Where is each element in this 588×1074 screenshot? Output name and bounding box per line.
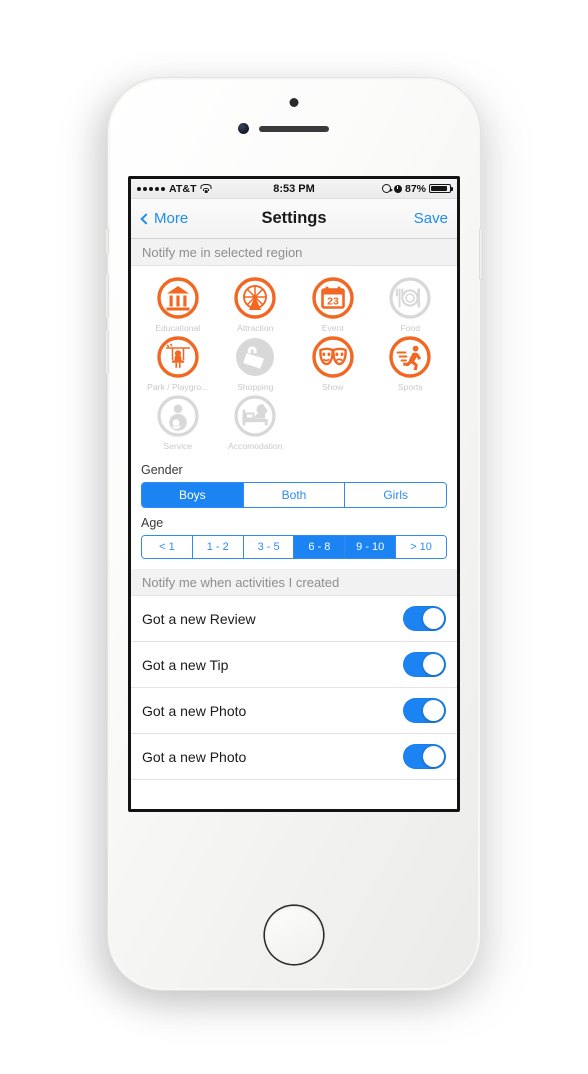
toggle-switch-new-photo-2[interactable] [403,744,446,769]
phone-screen: AT&T 8:53 PM 87% More Settings Save Noti… [131,179,457,809]
age-label: Age [141,516,164,530]
location-arrow-icon [382,184,393,193]
volume-up-button[interactable] [105,274,109,318]
status-bar-clock: 8:53 PM [273,182,315,195]
bank-columns-icon [157,277,199,319]
silent-switch[interactable] [105,228,109,254]
category-label: Service [163,441,193,451]
category-label: Event [321,323,344,333]
home-button[interactable] [265,906,323,964]
swing-child-icon [157,336,199,378]
section-header-activities: Notify me when activities I created [131,569,457,596]
front-camera-icon [238,123,249,134]
toggle-row-label: Got a new Review [142,610,256,627]
battery-icon [429,183,454,194]
toggle-switch-new-review[interactable] [403,606,446,631]
category-park-playground[interactable]: Park / Playgro... [139,335,217,392]
navigation-bar: More Settings Save [131,199,457,239]
age-option-1-2[interactable]: 1 - 2 [192,536,244,558]
toggle-row-new-review[interactable]: Got a new Review [131,596,457,642]
category-grid: Educational Attraction 23 Event Food Par… [131,266,457,457]
age-block: Age < 1 1 - 2 3 - 5 6 - 8 9 - 10 > 10 [131,510,457,561]
volume-down-button[interactable] [105,330,109,374]
gender-segmented-control[interactable]: Boys Both Girls [141,482,447,508]
iphone-device: AT&T 8:53 PM 87% More Settings Save Noti… [105,78,483,990]
bed-moon-icon [234,395,276,437]
category-label: Shopping [237,382,274,392]
back-button-label: More [154,210,189,227]
settings-content: Notify me in selected region Educational… [131,239,457,809]
toggle-row-label: Got a new Tip [142,656,229,673]
category-label: Educational [155,323,201,333]
toggle-row-new-photo-2[interactable]: Got a new Photo [131,734,457,780]
toggle-switch-new-tip[interactable] [403,652,446,677]
category-show[interactable]: Show [294,335,372,392]
age-option-6-8[interactable]: 6 - 8 [294,536,346,558]
category-service[interactable]: Service [139,394,217,451]
toggle-row-new-tip[interactable]: Got a new Tip [131,642,457,688]
category-event[interactable]: 23 Event [294,276,372,333]
alarm-clock-icon [394,184,402,193]
calendar-23-icon: 23 [312,277,354,319]
ferris-wheel-icon [234,277,276,319]
category-sports[interactable]: Sports [372,335,450,392]
category-attraction[interactable]: Attraction [217,276,295,333]
chevron-left-icon [140,212,152,225]
screenshot-stage: AT&T 8:53 PM 87% More Settings Save Noti… [0,0,588,1074]
category-educational[interactable]: Educational [139,276,217,333]
calendar-day-number: 23 [327,295,339,307]
category-label: Food [400,323,421,333]
status-bar-right: 87% [315,182,454,195]
toggle-switch-new-photo-1[interactable] [403,698,446,723]
gender-option-boys[interactable]: Boys [142,483,244,507]
plate-cutlery-icon [389,277,431,319]
carrier-label: AT&T [169,182,197,195]
back-button[interactable]: More [140,210,261,227]
category-label: Sports [397,382,423,392]
status-bar-left: AT&T [137,183,273,195]
category-label: Show [322,382,344,392]
power-button[interactable] [479,228,483,280]
toggle-row-label: Got a new Photo [142,702,247,719]
shopping-bag-icon [236,338,275,376]
gender-label: Gender [141,463,183,477]
theater-masks-icon [312,336,354,378]
age-segmented-control[interactable]: < 1 1 - 2 3 - 5 6 - 8 9 - 10 > 10 [141,535,447,559]
gender-block: Gender Boys Both Girls [131,457,457,510]
category-label: Accomodation [228,441,283,451]
gender-option-girls[interactable]: Girls [345,483,446,507]
earpiece-speaker [259,126,329,132]
proximity-sensor-icon [289,98,299,107]
running-person-icon [389,336,431,378]
wifi-icon [200,184,212,193]
category-shopping[interactable]: Shopping [217,335,295,392]
toggle-row-new-photo-1[interactable]: Got a new Photo [131,688,457,734]
status-bar: AT&T 8:53 PM 87% [131,179,457,199]
section-header-region: Notify me in selected region [131,239,457,266]
category-food[interactable]: Food [372,276,450,333]
category-accomodation[interactable]: Accomodation [217,394,295,451]
page-title: Settings [261,209,327,227]
category-label: Park / Playgro... [147,382,209,392]
age-option-under-1[interactable]: < 1 [142,536,193,558]
baby-care-icon [157,395,199,437]
age-option-9-10[interactable]: 9 - 10 [345,536,397,558]
age-option-3-5[interactable]: 3 - 5 [243,536,295,558]
signal-strength-icon [137,186,165,191]
category-label: Attraction [237,323,274,333]
gender-option-both[interactable]: Both [243,483,346,507]
battery-percent-label: 87% [405,182,427,195]
screen-bezel: AT&T 8:53 PM 87% More Settings Save Noti… [128,176,460,812]
toggle-row-label: Got a new Photo [142,748,247,765]
age-option-over-10[interactable]: > 10 [396,536,446,558]
save-button[interactable]: Save [327,210,448,227]
